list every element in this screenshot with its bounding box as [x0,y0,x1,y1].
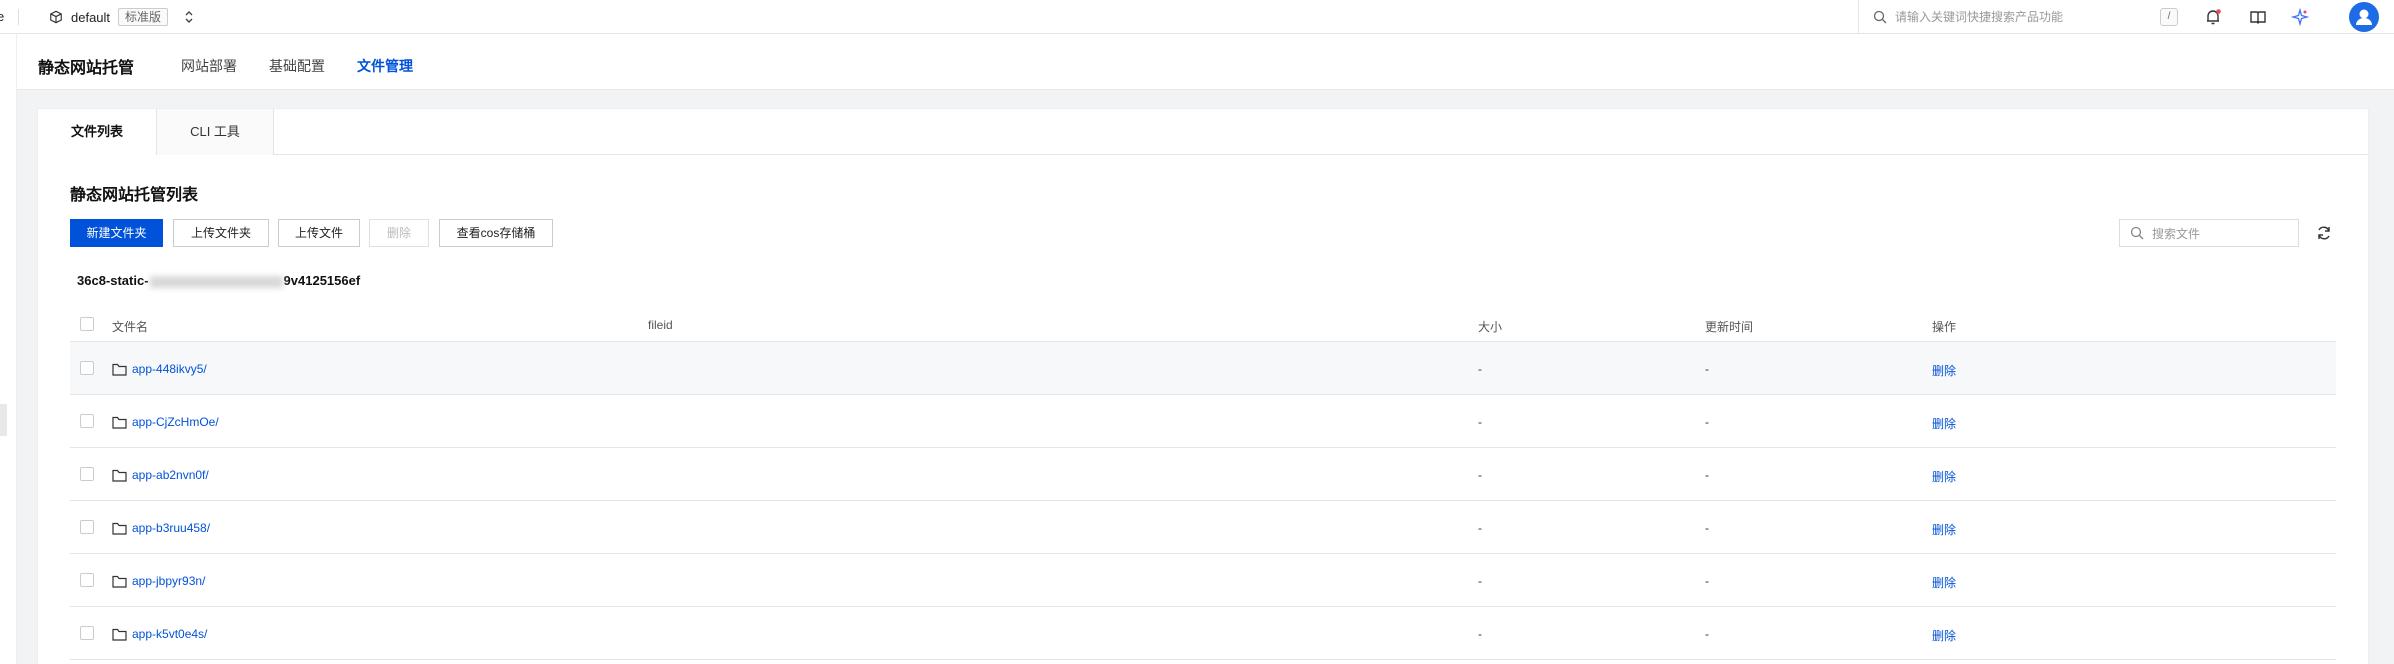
nav-basic-config[interactable]: 基础配置 [269,56,325,76]
row-checkbox[interactable] [80,414,94,428]
updated-cell: - [1705,362,1709,376]
book-icon[interactable] [2249,8,2267,26]
updated-cell: - [1705,627,1709,641]
folder-icon [112,363,127,376]
project-name: default [71,9,111,25]
row-checkbox[interactable] [80,361,94,375]
updated-cell: - [1705,574,1709,588]
folder-icon [112,522,127,535]
folder-icon [112,416,127,429]
cube-icon [50,10,62,24]
size-cell: - [1478,521,1482,535]
edition-badge: 标准版 [118,8,169,26]
column-header-actions: 操作 [1932,320,1957,334]
view-cos-bucket-button[interactable]: 查看cos存储桶 [439,219,553,247]
updated-cell: - [1705,468,1709,482]
product-header: 静态网站托管 网站部署 基础配置 文件管理 [17,34,2394,90]
file-name-link[interactable]: app-jbpyr93n/ [132,574,205,588]
new-folder-button[interactable]: 新建文件夹 [70,219,163,247]
file-panel: 文件列表 CLI 工具 静态网站托管列表 新建文件夹 上传文件夹 上传文件 删除… [37,108,2369,664]
table-row: app-ab2nvn0f/ - - 删除 [70,448,2336,501]
bucket-name: 36c8-static- 9v4125156ef [77,273,360,288]
delete-button[interactable]: 删除 [369,219,429,247]
file-name-cell: app-jbpyr93n/ [112,574,205,588]
size-cell: - [1478,574,1482,588]
size-cell: - [1478,627,1482,641]
user-icon [2356,9,2372,25]
section-title: 静态网站托管列表 [70,187,199,204]
updated-cell: - [1705,415,1709,429]
bucket-name-prefix: 36c8-static- [77,273,149,288]
upload-folder-button[interactable]: 上传文件夹 [173,219,269,247]
divider [18,9,19,25]
truncated-logo-text: e [0,9,5,24]
table-header: 文件名 fileid 大小 更新时间 操作 [70,307,2336,342]
row-checkbox[interactable] [80,520,94,534]
ai-assistant-icon[interactable] [2291,8,2309,26]
table-row: app-jbpyr93n/ - - 删除 [70,554,2336,607]
delete-link[interactable]: 删除 [1932,415,1956,432]
tab-bar: 文件列表 CLI 工具 [38,109,2368,156]
file-search-placeholder: 搜索文件 [2152,226,2201,241]
folder-icon [112,469,127,482]
sidebar-expand-handle[interactable] [0,404,7,436]
file-name-link[interactable]: app-448ikvy5/ [132,362,207,376]
table-row: app-k5vt0e4s/ - - 删除 [70,607,2336,660]
refresh-icon[interactable] [2315,224,2333,242]
column-header-name: 文件名 [112,320,149,334]
folder-icon [112,628,127,641]
size-cell: - [1478,415,1482,429]
search-icon [1873,10,1887,23]
select-all-checkbox[interactable] [80,317,94,331]
folder-icon [112,575,127,588]
upload-file-button[interactable]: 上传文件 [278,219,360,247]
project-switcher[interactable]: default 标准版 [49,8,194,26]
top-bar: e default 标准版 请输入关键词快捷搜索产品功能 / [0,0,2394,34]
updated-cell: - [1705,521,1709,535]
tab-file-list[interactable]: 文件列表 [38,109,156,156]
file-name-link[interactable]: app-b3ruu458/ [132,521,210,535]
file-name-link[interactable]: app-ab2nvn0f/ [132,468,209,482]
global-search[interactable]: 请输入关键词快捷搜索产品功能 / [1858,0,2190,33]
nav-website-deploy[interactable]: 网站部署 [181,56,237,76]
redacted-text [149,275,283,288]
row-checkbox[interactable] [80,573,94,587]
file-name-cell: app-ab2nvn0f/ [112,468,209,482]
row-checkbox[interactable] [80,467,94,481]
search-icon [2130,226,2144,240]
global-search-placeholder: 请输入关键词快捷搜索产品功能 [1895,10,2064,24]
table-row: app-b3ruu458/ - - 删除 [70,501,2336,554]
file-table: 文件名 fileid 大小 更新时间 操作 app-448ikvy5/- - 删除 a… [70,307,2336,660]
file-name-cell: app-b3ruu458/ [112,521,210,535]
delete-link[interactable]: 删除 [1932,574,1956,591]
product-title: 静态网站托管 [38,60,135,77]
column-header-fileid: fileid [648,318,673,332]
bell-icon[interactable] [2204,8,2222,26]
column-header-size: 大小 [1478,320,1503,334]
nav-file-management[interactable]: 文件管理 [357,56,413,76]
file-search-input[interactable]: 搜索文件 [2119,219,2299,247]
file-name-cell: app-CjZcHmOe/ [112,415,219,429]
delete-link[interactable]: 删除 [1932,521,1956,538]
bucket-name-suffix: 9v4125156ef [283,273,361,288]
delete-link[interactable]: 删除 [1932,362,1956,379]
chevron-updown-icon [185,11,193,23]
file-name-link[interactable]: app-k5vt0e4s/ [132,627,207,641]
delete-link[interactable]: 删除 [1932,627,1956,644]
row-checkbox[interactable] [80,626,94,640]
user-avatar[interactable] [2349,2,2379,32]
column-header-updated: 更新时间 [1705,320,1754,334]
search-shortcut-key: / [2160,8,2178,26]
table-row: app-448ikvy5/ - - 删除 [70,342,2336,395]
size-cell: - [1478,468,1482,482]
file-name-cell: app-k5vt0e4s/ [112,627,207,641]
table-row: app-CjZcHmOe/ - - 删除 [70,395,2336,448]
tab-cli-tool[interactable]: CLI 工具 [156,109,274,155]
file-name-cell: app-448ikvy5/ [112,362,207,376]
delete-link[interactable]: 删除 [1932,468,1956,485]
collapsed-sidebar [0,34,17,664]
size-cell: - [1478,362,1482,376]
file-name-link[interactable]: app-CjZcHmOe/ [132,415,219,429]
